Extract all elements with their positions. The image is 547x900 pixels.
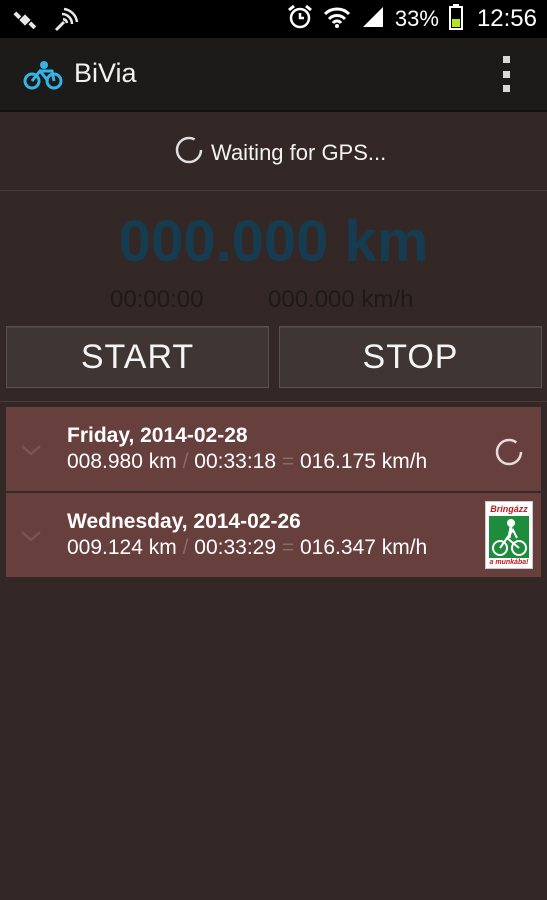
stop-button[interactable]: STOP (279, 326, 542, 388)
overflow-menu-icon[interactable] (501, 56, 511, 92)
signal-icon (361, 5, 385, 34)
wifi-icon (323, 5, 351, 34)
bicycle-logo-icon[interactable] (22, 60, 64, 95)
trip-date: Friday, 2014-02-28 (67, 424, 248, 447)
loading-spinner-icon (175, 136, 203, 169)
trip-date: Wednesday, 2014-02-26 (67, 510, 301, 533)
trip-separator: / (182, 536, 189, 559)
trip-speed: 016.347 km/h (299, 536, 428, 559)
trip-speed: 016.175 km/h (299, 450, 428, 473)
bike-to-work-badge[interactable]: Bringázz a munkába! (485, 501, 533, 569)
trip-duration: 00:33:18 (194, 450, 277, 473)
trip-distance: 008.980 km (67, 450, 177, 473)
satellite-icon (12, 7, 38, 38)
chevron-down-icon[interactable] (20, 443, 42, 462)
trip-equals: = (281, 536, 295, 559)
battery-icon (448, 3, 463, 35)
app-title: BiVia (74, 58, 137, 88)
trip-stats: 009.124 km / 00:33:29 = 016.347 km/h (67, 536, 427, 560)
action-bar: BiVia (0, 38, 547, 112)
badge-title: Bringázz (490, 504, 528, 514)
trip-duration: 00:33:29 (194, 536, 277, 559)
gps-status-bar: Waiting for GPS... (0, 112, 547, 191)
alarm-clock-icon (287, 4, 313, 35)
trip-stats: 008.980 km / 00:33:18 = 016.175 km/h (67, 450, 427, 474)
gps-status-text: Waiting for GPS... (211, 139, 387, 165)
distance-readout: 000.000 km (118, 209, 429, 274)
cyclist-icon (489, 516, 529, 558)
elapsed-time-readout: 00:00:00 (110, 286, 204, 313)
divider (0, 401, 547, 402)
trip-equals: = (281, 450, 295, 473)
trip-separator: / (182, 450, 189, 473)
clock: 12:56 (476, 5, 537, 32)
trip-distance: 009.124 km (67, 536, 177, 559)
trip-list-item[interactable]: Wednesday, 2014-02-26 009.124 km / 00:33… (6, 493, 541, 578)
chevron-down-icon[interactable] (20, 529, 42, 548)
start-button[interactable]: START (6, 326, 269, 388)
nfc-icon (52, 6, 80, 39)
badge-subtitle: a munkába! (489, 559, 529, 566)
trip-list-item[interactable]: Friday, 2014-02-28 008.980 km / 00:33:18… (6, 407, 541, 492)
loading-spinner-icon (494, 437, 524, 472)
battery-percent: 33% (394, 6, 439, 31)
status-bar: 33% 12:56 (0, 0, 547, 38)
speed-readout: 000.000 km/h (268, 286, 414, 313)
